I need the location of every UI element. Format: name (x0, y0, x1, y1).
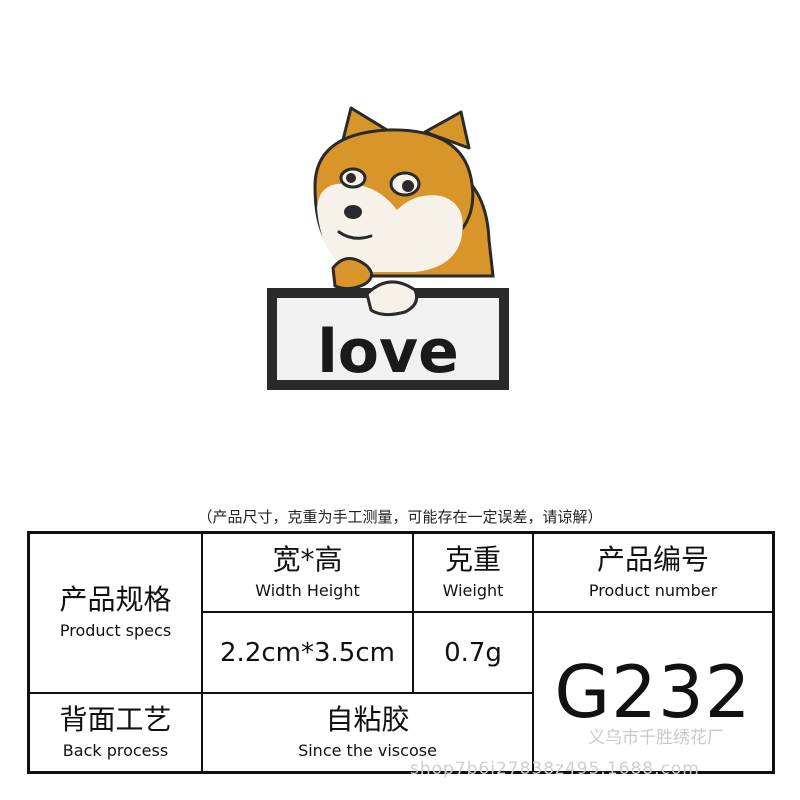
size-label-zh: 宽*高 (272, 542, 343, 576)
weight-value-cell: 0.7g (414, 613, 532, 692)
right-paw (365, 280, 419, 317)
process-value-zh: 自粘胶 (325, 702, 410, 736)
weight-label-zh: 克重 (444, 542, 501, 576)
size-value: 2.2cm*3.5cm (220, 637, 395, 668)
number-header-cell: 产品编号 Product number (534, 534, 772, 611)
weight-label-en: Wieight (442, 580, 504, 600)
weight-header-cell: 克重 Wieight (414, 534, 532, 611)
product-patch-image: love (255, 100, 525, 400)
watermark-shop-name: 义乌市千胜绣花厂 (588, 728, 724, 748)
process-label-en: Back process (62, 740, 169, 760)
size-header-cell: 宽*高 Width Height (203, 534, 412, 611)
spec-label-zh: 产品规格 (59, 583, 172, 616)
product-number: G232 (554, 650, 752, 734)
number-label-en: Product number (588, 580, 718, 600)
process-label-zh: 背面工艺 (59, 702, 172, 736)
number-label-zh: 产品编号 (596, 542, 709, 576)
spec-label-en: Product specs (59, 621, 172, 640)
measurement-note: （产品尺寸，克重为手工测量，可能存在一定误差，请谅解） (197, 508, 603, 526)
watermark-shop-url: shop7b6i27838z495.1688.com (410, 759, 700, 779)
spec-header-cell: 产品规格 Product specs (30, 534, 201, 692)
size-value-cell: 2.2cm*3.5cm (203, 613, 412, 692)
process-header-cell: 背面工艺 Back process (30, 694, 201, 771)
size-label-en: Width Height (255, 580, 360, 600)
sign-text: love (317, 317, 459, 387)
weight-value: 0.7g (444, 637, 502, 668)
doge-love-patch-illustration: love (267, 106, 509, 390)
